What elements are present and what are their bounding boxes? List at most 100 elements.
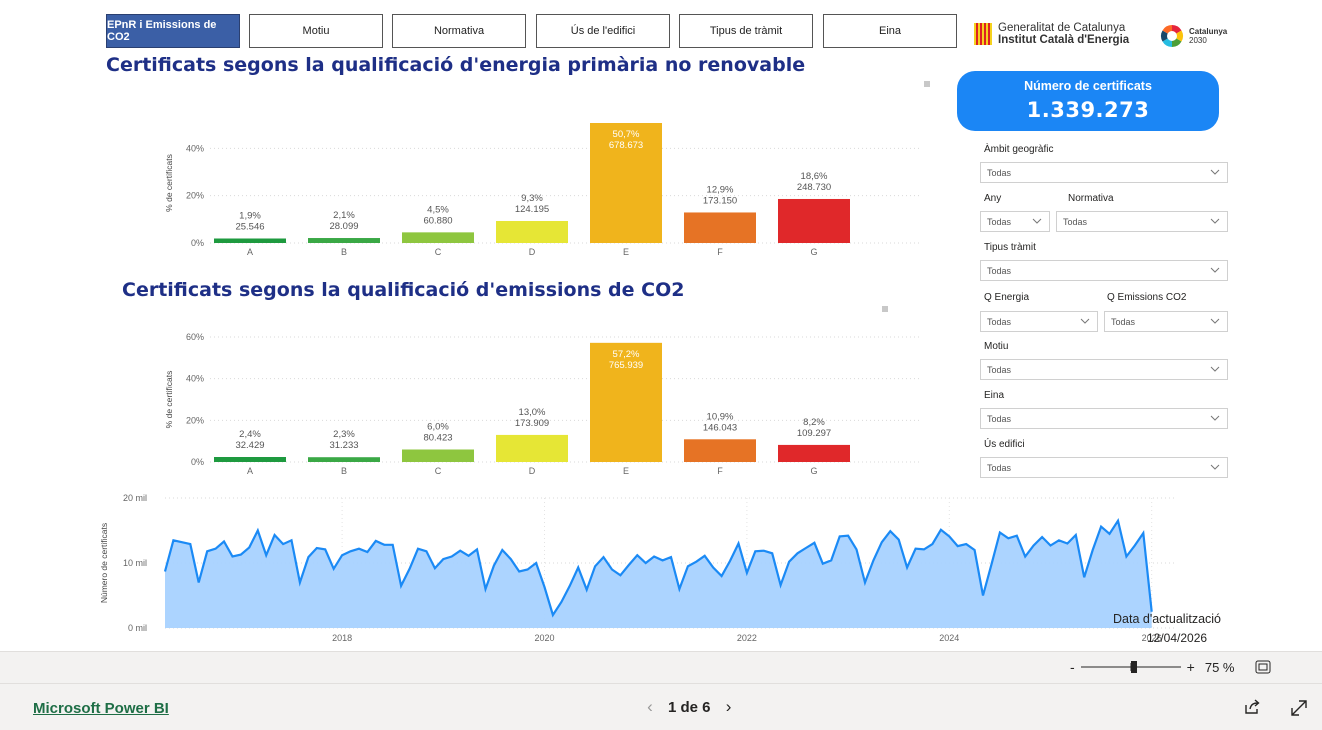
filter-label-eina: Eina [984, 390, 1005, 401]
count-label: 173.909 [515, 418, 549, 429]
filter-label-normativa: Normativa [1068, 193, 1114, 204]
filter-motiu-dropdown[interactable]: Todas [980, 359, 1228, 380]
x-tick-label: E [623, 247, 629, 257]
chevron-down-icon [1210, 318, 1220, 324]
count-label: 678.673 [609, 140, 643, 151]
filter-qemissions-dropdown[interactable]: Todas [1104, 311, 1228, 332]
x-tick-label: B [341, 247, 347, 257]
bar-a[interactable] [214, 457, 286, 462]
chart1-title: Certificats segons la qualificació d'ene… [106, 54, 806, 76]
bar-g[interactable] [778, 444, 850, 462]
bar-a[interactable] [214, 238, 286, 243]
energy-rating-bar-chart: % de certificats 0% 20% 40% A 1,9%25.546 B 2,1%… [164, 123, 920, 257]
zoom-slider[interactable] [1079, 659, 1183, 675]
tab-motiu[interactable]: Motiu [249, 14, 383, 48]
bar-c[interactable] [402, 232, 474, 243]
sdg-wheel-icon [1161, 25, 1183, 47]
filter-normativa-dropdown[interactable]: Todas [1056, 211, 1228, 232]
x-tick-label: G [810, 466, 817, 476]
count-label: 60.880 [423, 215, 452, 226]
next-page-button[interactable]: › [715, 697, 743, 717]
pct-label: 18,6% [801, 171, 828, 182]
pct-label: 1,9% [239, 211, 261, 222]
filter-tramit-dropdown[interactable]: Todas [980, 260, 1228, 281]
powerbi-link[interactable]: Microsoft Power BI [33, 700, 169, 717]
x-tick-label: F [717, 466, 723, 476]
pct-label: 4,5% [427, 204, 449, 215]
filter-eina-dropdown[interactable]: Todas [980, 408, 1228, 429]
pct-label: 50,7% [613, 129, 640, 140]
bar-f[interactable] [684, 212, 756, 243]
bar-g[interactable] [778, 198, 850, 243]
y-tick-label: 40% [186, 374, 204, 384]
certificate-count-card: Número de certificats 1.339.273 [957, 71, 1219, 131]
x-tick-label: C [435, 247, 442, 257]
visual-focus-marker [882, 306, 888, 312]
pct-label: 12,9% [707, 184, 734, 195]
tab-normativa[interactable]: Normativa [392, 14, 526, 48]
filter-label-us: Ús edifici [984, 439, 1025, 450]
zoom-out-button[interactable]: - [1070, 659, 1075, 675]
filter-qenergia-dropdown[interactable]: Todas [980, 311, 1098, 332]
zoom-control: - + 75 % [1070, 659, 1271, 675]
x-tick-label: D [529, 247, 536, 257]
tab-us-edifici[interactable]: Ús de l'edifici [536, 14, 670, 48]
filter-normativa-value: Todas [1063, 216, 1088, 227]
chevron-down-icon [1210, 464, 1220, 470]
fullscreen-icon[interactable] [1290, 699, 1308, 717]
pct-label: 2,4% [239, 429, 261, 440]
x-tick-label: 2020 [534, 633, 554, 643]
chevron-down-icon [1210, 267, 1220, 273]
bar-f[interactable] [684, 439, 756, 462]
filter-ambit-dropdown[interactable]: Todas [980, 162, 1228, 183]
fit-to-page-icon[interactable] [1255, 660, 1271, 674]
x-tick-label: B [341, 466, 347, 476]
filter-qenergia-value: Todas [987, 316, 1012, 327]
bar-d[interactable] [496, 434, 568, 462]
x-tick-label: D [529, 466, 536, 476]
tab-eina[interactable]: Eina [823, 14, 957, 48]
share-icon[interactable] [1243, 698, 1261, 716]
page-navigator: ‹ 1 de 6 › [636, 697, 743, 717]
pct-label: 2,3% [333, 429, 355, 440]
filter-label-qenergia: Q Energia [984, 292, 1030, 303]
bar-d[interactable] [496, 220, 568, 243]
count-label: 32.429 [235, 440, 264, 451]
bar-b[interactable] [308, 457, 380, 462]
tab-tipus-tramit[interactable]: Tipus de tràmit [679, 14, 813, 48]
zoom-in-button[interactable]: + [1187, 659, 1195, 675]
report-canvas: EPnR i Emissions de CO2 Motiu Normativa … [0, 0, 1322, 652]
filter-any-value: Todas [987, 216, 1012, 227]
filter-tramit-value: Todas [987, 265, 1012, 276]
count-label: 28.099 [329, 221, 358, 232]
pct-label: 10,9% [707, 411, 734, 422]
monthly-certificates-area-chart: Número de certificats 0 mil 10 mil 20 mil 20… [99, 493, 1177, 643]
zoom-slider-thumb[interactable] [1130, 661, 1137, 673]
gencat-logo: Generalitat de Catalunya Institut Català… [974, 22, 1129, 46]
bar-b[interactable] [308, 238, 380, 243]
x-tick-label: C [435, 466, 442, 476]
x-tick-label: 2022 [737, 633, 757, 643]
count-label: 173.150 [703, 195, 737, 206]
bar-c[interactable] [402, 449, 474, 463]
pct-label: 8,2% [803, 417, 825, 428]
y-tick-label: 60% [186, 332, 204, 342]
filter-any-dropdown[interactable]: Todas [980, 211, 1050, 232]
chevron-down-icon [1210, 415, 1220, 421]
pct-label: 6,0% [427, 422, 449, 433]
count-label: 124.195 [515, 204, 549, 215]
card-value: 1.339.273 [1026, 98, 1150, 122]
status-bar: - + 75 % [0, 653, 1322, 683]
pct-label: 57,2% [613, 349, 640, 360]
tab-epnr[interactable]: EPnR i Emissions de CO2 [106, 14, 240, 48]
count-label: 765.939 [609, 360, 643, 371]
count-label: 31.233 [329, 440, 358, 451]
filter-label-any: Any [984, 193, 1002, 204]
area-fill [165, 520, 1152, 628]
filter-us-dropdown[interactable]: Todas [980, 457, 1228, 478]
prev-page-button[interactable]: ‹ [636, 697, 664, 717]
y-axis-title: % de certificats [164, 371, 174, 429]
pct-label: 9,3% [521, 193, 543, 204]
chevron-down-icon [1080, 318, 1090, 324]
update-date: 12/04/2026 [1147, 631, 1208, 645]
